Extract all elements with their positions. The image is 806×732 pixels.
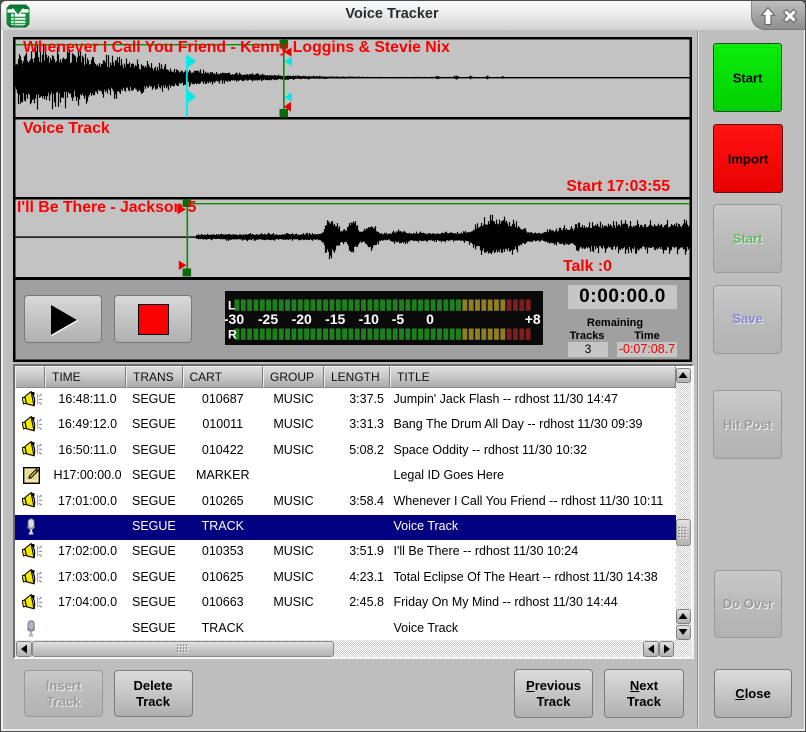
svg-text:-10: -10 <box>359 311 379 327</box>
svg-text:-30: -30 <box>225 311 244 327</box>
svg-text:-20: -20 <box>292 311 312 327</box>
svg-text:+8: +8 <box>525 311 541 327</box>
svg-text:0: 0 <box>426 311 434 327</box>
svg-text:-5: -5 <box>392 311 405 327</box>
svg-text:-15: -15 <box>325 311 345 327</box>
svg-text:R: R <box>228 328 237 342</box>
svg-text:-25: -25 <box>258 311 278 327</box>
